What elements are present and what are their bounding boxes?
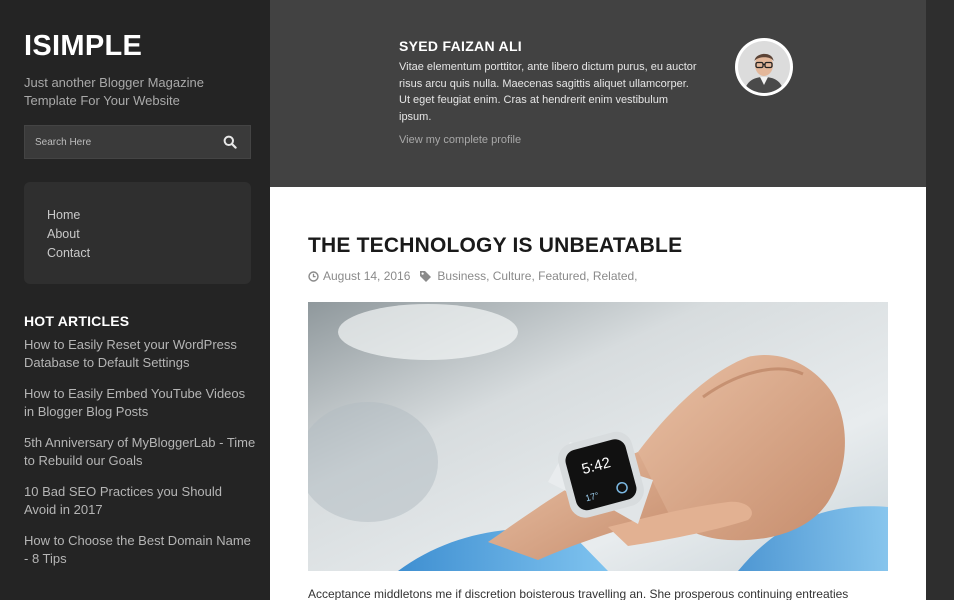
author-box: SYED FAIZAN ALI Vitae elementum porttito… xyxy=(270,0,926,187)
site-description: Just another Blogger Magazine Template F… xyxy=(24,75,204,108)
search-input[interactable]: Search Here xyxy=(35,137,91,148)
post-featured-image[interactable]: 5:42 17° xyxy=(308,302,888,571)
post-meta: August 14, 2016 Business, Culture, Featu… xyxy=(308,269,638,283)
hot-articles-list: How to Easily Reset your WordPress Datab… xyxy=(24,336,256,581)
post-excerpt: Acceptance middletons me if discretion b… xyxy=(308,587,849,600)
post-date: August 14, 2016 xyxy=(323,269,411,283)
author-profile-link[interactable]: View my complete profile xyxy=(399,134,521,146)
menu-item-about[interactable]: About xyxy=(47,225,251,244)
author-bio: Vitae elementum porttitor, ante libero d… xyxy=(399,61,697,124)
clock-icon xyxy=(308,270,319,282)
right-margin xyxy=(926,0,954,600)
author-name: SYED FAIZAN ALI xyxy=(399,38,522,54)
menu-item-contact[interactable]: Contact xyxy=(47,244,251,263)
site-title[interactable]: ISIMPLE xyxy=(24,30,142,63)
search-icon[interactable] xyxy=(223,135,237,149)
hot-article-link[interactable]: How to Easily Embed YouTube Videos in Bl… xyxy=(24,385,256,421)
search-box[interactable]: Search Here xyxy=(24,125,251,159)
hot-articles-heading: HOT ARTICLES xyxy=(24,313,130,329)
hot-article-link[interactable]: 5th Anniversary of MyBloggerLab - Time t… xyxy=(24,434,256,470)
avatar[interactable] xyxy=(735,38,793,96)
post-categories[interactable]: Business, Culture, Featured, Related, xyxy=(437,269,637,283)
smartwatch-photo: 5:42 17° xyxy=(308,302,888,571)
author-photo xyxy=(738,41,790,93)
hot-article-link[interactable]: 10 Bad SEO Practices you Should Avoid in… xyxy=(24,483,256,519)
hot-article-link[interactable]: How to Choose the Best Domain Name - 8 T… xyxy=(24,532,256,568)
post-title[interactable]: THE TECHNOLOGY IS UNBEATABLE xyxy=(308,234,682,258)
menu-item-home[interactable]: Home xyxy=(47,206,251,225)
tags-icon xyxy=(420,271,432,282)
post-content: THE TECHNOLOGY IS UNBEATABLE August 14, … xyxy=(270,187,926,600)
sidebar: ISIMPLE Just another Blogger Magazine Te… xyxy=(0,0,270,600)
hot-article-link[interactable]: How to Easily Reset your WordPress Datab… xyxy=(24,336,256,372)
main-menu: Home About Contact xyxy=(24,182,251,284)
